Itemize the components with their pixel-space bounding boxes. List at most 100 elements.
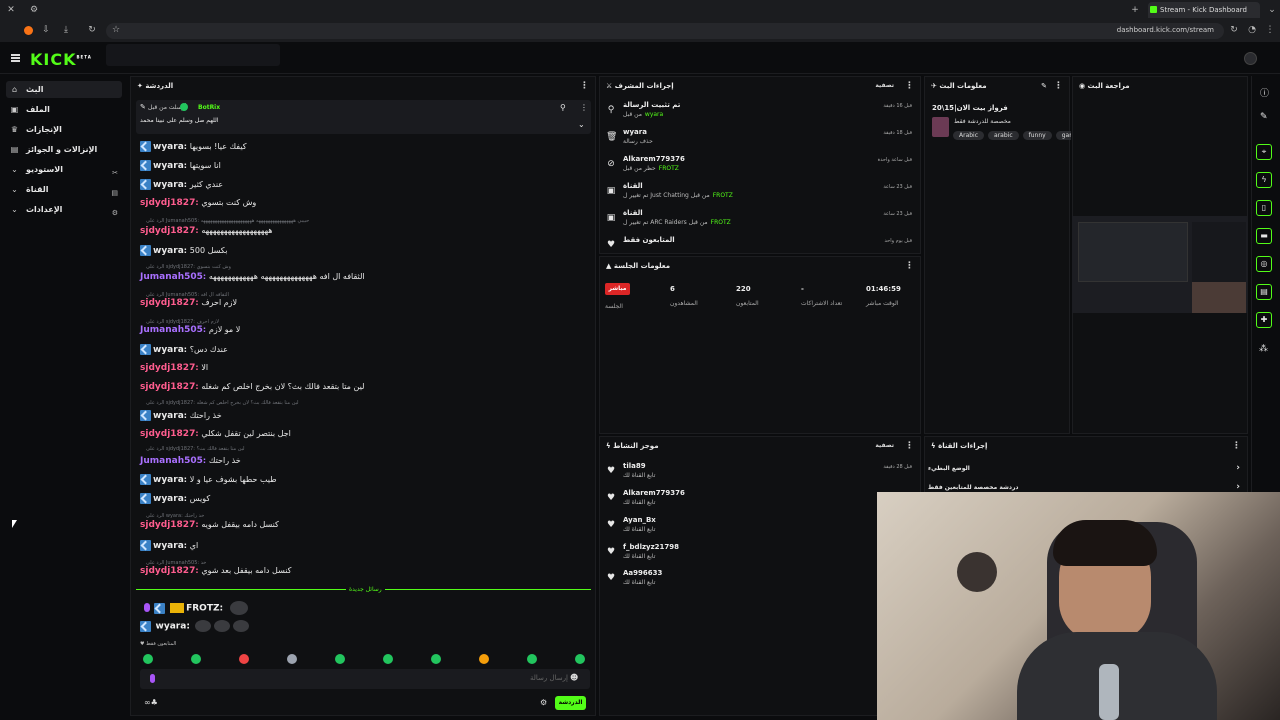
tag[interactable]: funny (1022, 131, 1052, 140)
tag[interactable]: gaming (1055, 131, 1071, 140)
pencil-icon[interactable]: ✎ (1260, 112, 1268, 122)
refresh-icon[interactable]: ↻ (1228, 24, 1240, 36)
chat-username[interactable]: wyara (153, 541, 184, 551)
activity-menu-icon[interactable]: ⋮ (905, 437, 914, 455)
tool-target-icon[interactable]: ⌖ (1256, 144, 1272, 160)
mod-action-item[interactable]: ▣ القناة تم تغيير ل ARC Raiders من قبل FROT… (606, 209, 916, 233)
share-icon[interactable]: ⁂ (1259, 344, 1268, 354)
emote-icon[interactable] (527, 654, 537, 664)
chat-username[interactable]: Jumanah505 (140, 456, 203, 466)
activity-user[interactable]: Ayan_Bx (623, 516, 656, 524)
tag[interactable]: arabic (988, 131, 1019, 140)
activity-user[interactable]: f_bdlzyz21798 (623, 543, 679, 551)
mod-action-user[interactable]: FROTZ (711, 219, 731, 226)
unpin-icon[interactable]: ⚲ (560, 103, 566, 112)
emote-icon[interactable] (239, 654, 249, 664)
activity-item[interactable]: ♥ Ayan_Bx تابع القناة لك (606, 516, 916, 540)
address-bar[interactable]: ☆ dashboard.kick.com/stream (106, 23, 1224, 39)
activity-item[interactable]: ♥ tila89 تابع القناة لك قبل 28 دقيقة (606, 462, 916, 486)
activity-user[interactable]: Aa996633 (623, 569, 662, 577)
extension-icon[interactable] (24, 26, 33, 35)
sidebar-item-channel[interactable]: ⌄ القناة ▤ (6, 181, 122, 198)
chat-username[interactable]: Jumanah505 (140, 325, 203, 335)
chat-username[interactable]: wyara (153, 494, 184, 504)
settings-icon[interactable]: ⚙ (28, 4, 40, 16)
chat-username[interactable]: sjdydj1827 (140, 298, 195, 308)
mod-action-user[interactable]: wyara (645, 111, 663, 118)
chat-username[interactable]: sjdydj1827 (140, 226, 195, 236)
chat-username[interactable]: sjdydj1827 (140, 566, 195, 576)
tool-document-icon[interactable]: ▯ (1256, 200, 1272, 216)
reload-icon[interactable]: ↻ (86, 24, 98, 36)
mod-action-item[interactable]: ▣ القناة تم تغيير ل Just Chatting من قبل FR… (606, 182, 916, 206)
chat-username[interactable]: FROTZ: (186, 604, 223, 614)
sidebar-item-studio[interactable]: ⌄ الاستوديو ✂ (6, 161, 122, 178)
channel-actions-menu-icon[interactable]: ⋮ (1232, 437, 1241, 455)
chevron-down-icon[interactable]: ⌄ (578, 120, 585, 129)
menu-icon[interactable]: ⋮ (1264, 24, 1276, 36)
tag[interactable]: Arabic (953, 131, 985, 140)
stream-info-menu-icon[interactable]: ⋮ (1054, 77, 1063, 95)
activity-item[interactable]: ♥ f_bdlzyz21798 تابع القناة لك (606, 543, 916, 567)
chat-username[interactable]: wyara (153, 180, 184, 190)
chat-username[interactable]: wyara (153, 246, 184, 256)
send-button[interactable]: الدردشة (555, 696, 586, 710)
chat-username[interactable]: wyara (153, 142, 184, 152)
emote-icon[interactable] (191, 654, 201, 664)
extensions-icon[interactable]: ◔ (1246, 24, 1258, 36)
chat-username[interactable]: sjdydj1827 (140, 363, 195, 373)
tool-wrench-icon[interactable]: ✚ (1256, 312, 1272, 328)
emote-icon[interactable] (479, 654, 489, 664)
activity-item[interactable]: ♥ Aa996633 تابع القناة لك (606, 569, 916, 593)
mod-action-item[interactable]: ⊘ Alkarem779376 حظر من قبل FROTZ قبل ساعة وا… (606, 155, 916, 179)
star-icon[interactable]: ☆ (112, 25, 120, 35)
mod-filter-button[interactable]: تصفية (875, 77, 894, 95)
stream-preview-video[interactable] (1072, 216, 1248, 313)
hamburger-icon[interactable] (11, 54, 20, 62)
chat-username[interactable]: sjdydj1827 (140, 520, 195, 530)
download-icon[interactable]: ⇩ (40, 24, 52, 36)
sidebar-item-settings[interactable]: ⌄ الإعدادات ⚙ (6, 201, 122, 218)
activity-user[interactable]: tila89 (623, 462, 646, 470)
chat-username[interactable]: wyara (153, 475, 184, 485)
session-menu-icon[interactable]: ⋮ (905, 257, 914, 275)
activity-filter-button[interactable]: تصفية (875, 437, 894, 455)
chat-username[interactable]: wyara: (156, 622, 190, 632)
chat-input[interactable]: إرسال رسالة ☻ (140, 669, 590, 689)
close-icon[interactable]: ✕ (5, 4, 17, 16)
sidebar-item-profile[interactable]: ▣ الملف (6, 101, 122, 118)
pinned-menu-icon[interactable]: ⋮ (580, 103, 588, 112)
mod-action-item[interactable]: 🗑 wyara حذف رسالة قبل 18 دقيقة (606, 128, 916, 152)
emoji-icon[interactable]: ☻ (570, 673, 578, 682)
emote-icon[interactable] (143, 654, 153, 664)
tool-lightning-icon[interactable]: ϟ (1256, 172, 1272, 188)
sidebar-item-drops[interactable]: ▤ الإنزالات و الجوائز (6, 141, 122, 158)
download-tray-icon[interactable]: ⤓ (60, 24, 72, 36)
chat-username[interactable]: wyara (153, 411, 184, 421)
chat-username[interactable]: wyara (153, 161, 184, 171)
tab-stream[interactable]: Stream - Kick Dashboard (1148, 2, 1260, 18)
gear-icon[interactable]: ⚙ (540, 698, 547, 707)
tool-broadcast-icon[interactable]: ◎ (1256, 256, 1272, 272)
emote-icon[interactable] (431, 654, 441, 664)
slow-mode-row[interactable]: الوضع البطيء › (928, 463, 1244, 477)
chat-username[interactable]: Jumanah505 (140, 272, 203, 282)
gift-icon[interactable]: ∞♣ (144, 698, 158, 707)
chat-username[interactable]: sjdydj1827 (140, 429, 195, 439)
new-tab-icon[interactable]: + (1129, 4, 1141, 16)
mic-icon[interactable] (150, 674, 155, 683)
chat-username[interactable]: wyara (153, 345, 184, 355)
chat-menu-icon[interactable]: ⋮ (580, 77, 589, 95)
sidebar-item-stream[interactable]: ⌂ البث (6, 81, 122, 98)
activity-user[interactable]: Alkarem779376 (623, 489, 685, 497)
mod-action-item[interactable]: ⚲ تم تثبيت الرسالة من قبل wyara قبل 16 دقيقة (606, 101, 916, 125)
window-toggle-icon[interactable]: ⌄ (1266, 4, 1278, 16)
mod-menu-icon[interactable]: ⋮ (905, 77, 914, 95)
info-icon[interactable]: ⓘ (1260, 86, 1269, 99)
mod-action-user[interactable]: FROTZ (713, 192, 733, 199)
avatar[interactable] (1244, 52, 1257, 65)
sidebar-item-achievements[interactable]: ♛ الإنجازات (6, 121, 122, 138)
tool-chat-icon[interactable]: ▬ (1256, 228, 1272, 244)
chat-username[interactable]: sjdydj1827 (140, 382, 195, 392)
emote-icon[interactable] (575, 654, 585, 664)
